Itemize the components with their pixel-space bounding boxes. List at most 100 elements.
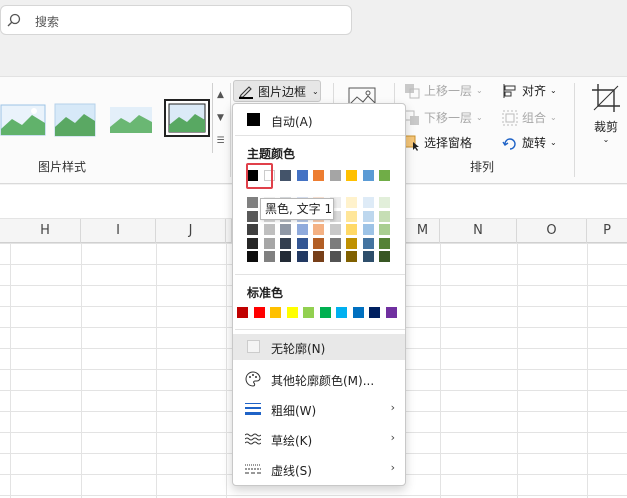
selection-pane-icon: [404, 135, 419, 151]
send-backward-icon: [404, 110, 419, 125]
standard-color-swatch[interactable]: [319, 307, 331, 318]
menu-item-weight[interactable]: 粗细(W) ›: [233, 396, 405, 422]
theme-color-shade-swatch[interactable]: [280, 237, 291, 249]
theme-color-shade-swatch[interactable]: [379, 210, 390, 222]
standard-color-swatch[interactable]: [336, 307, 347, 318]
column-header[interactable]: O: [517, 219, 587, 243]
theme-color-shade-swatch[interactable]: [362, 197, 374, 208]
group-icon: [502, 110, 518, 125]
theme-color-shade-swatch[interactable]: [346, 237, 357, 249]
group-button[interactable]: 组合 ⌄: [502, 109, 557, 126]
theme-color-shade-swatch[interactable]: [263, 237, 275, 249]
theme-color-shade-swatch[interactable]: [247, 237, 258, 249]
chevron-down-icon: ⌄: [602, 135, 610, 144]
picture-style-thumbnail-selected[interactable]: [164, 99, 210, 137]
palette-icon: [245, 371, 261, 387]
menu-item-weight-label: 粗细(W): [271, 404, 317, 418]
theme-color-shade-swatch[interactable]: [379, 251, 390, 262]
standard-color-swatch[interactable]: [237, 307, 248, 318]
theme-color-swatch[interactable]: [346, 170, 357, 181]
menu-item-no-outline[interactable]: 无轮廓(N): [233, 334, 405, 360]
grid-line: [156, 243, 157, 498]
column-header[interactable]: J: [156, 219, 226, 243]
theme-color-shade-swatch[interactable]: [247, 197, 258, 208]
chevron-down-icon: ⌄: [476, 113, 483, 122]
theme-color-shade-swatch[interactable]: [346, 197, 357, 208]
search-icon: [7, 13, 21, 27]
theme-color-swatch[interactable]: [296, 170, 308, 181]
theme-color-shade-swatch[interactable]: [296, 251, 308, 262]
picture-style-thumbnail[interactable]: [0, 101, 46, 139]
chevron-right-icon: ›: [390, 401, 395, 414]
theme-color-shade-swatch[interactable]: [346, 224, 357, 235]
bring-forward-button[interactable]: 上移一层 ⌄: [404, 82, 483, 99]
color-tooltip: 黑色, 文字 1: [260, 198, 334, 220]
chevron-up-icon[interactable]: ▲: [213, 83, 228, 106]
chevron-down-icon[interactable]: ▼: [213, 106, 228, 129]
standard-colors-heading: 标准色: [247, 286, 284, 300]
column-header[interactable]: P: [587, 219, 627, 243]
standard-color-swatch[interactable]: [303, 307, 314, 318]
theme-color-shade-swatch[interactable]: [313, 224, 324, 235]
theme-color-shade-swatch[interactable]: [362, 210, 374, 222]
standard-color-swatch[interactable]: [369, 307, 380, 318]
theme-color-shade-swatch[interactable]: [296, 224, 308, 235]
theme-color-swatch[interactable]: [313, 170, 324, 181]
theme-color-shade-swatch[interactable]: [329, 237, 341, 249]
theme-color-shade-swatch[interactable]: [263, 251, 275, 262]
theme-color-swatch[interactable]: [329, 170, 341, 181]
standard-color-swatch[interactable]: [286, 307, 298, 318]
gallery-more-icon[interactable]: ☰: [213, 129, 228, 152]
send-backward-button[interactable]: 下移一层 ⌄: [404, 109, 483, 126]
theme-color-shade-swatch[interactable]: [247, 224, 258, 235]
standard-color-swatch[interactable]: [352, 307, 364, 318]
theme-color-shade-swatch[interactable]: [247, 251, 258, 262]
rotate-button[interactable]: 旋转 ⌄: [502, 134, 557, 151]
theme-color-shade-swatch[interactable]: [280, 251, 291, 262]
crop-icon: [592, 84, 620, 112]
picture-style-thumbnail[interactable]: [108, 101, 154, 139]
column-header[interactable]: M: [406, 219, 440, 243]
menu-item-more-colors[interactable]: 其他轮廓颜色(M)...: [233, 366, 405, 392]
auto-color-swatch: [247, 113, 260, 126]
column-header[interactable]: H: [10, 219, 81, 243]
theme-color-shade-swatch[interactable]: [263, 224, 275, 235]
align-button[interactable]: 对齐 ⌄: [502, 82, 557, 99]
theme-color-shade-swatch[interactable]: [296, 237, 308, 249]
theme-color-shade-swatch[interactable]: [313, 237, 324, 249]
theme-color-swatch[interactable]: [280, 170, 291, 181]
gallery-scroll[interactable]: ▲ ▼ ☰: [212, 83, 227, 153]
theme-color-shade-swatch[interactable]: [379, 237, 390, 249]
selection-pane-button[interactable]: 选择窗格: [404, 134, 472, 151]
theme-color-shade-swatch[interactable]: [362, 237, 374, 249]
menu-item-auto[interactable]: 自动(A): [233, 107, 405, 133]
theme-color-swatch[interactable]: [362, 170, 374, 181]
theme-color-shade-swatch[interactable]: [280, 224, 291, 235]
standard-color-swatch[interactable]: [270, 307, 281, 318]
theme-color-shade-swatch[interactable]: [313, 251, 324, 262]
standard-color-swatch[interactable]: [385, 307, 397, 318]
grid-line: [10, 243, 11, 498]
dash-line-icon: [245, 464, 261, 474]
top-bar: 搜索: [0, 0, 627, 76]
theme-color-shade-swatch[interactable]: [346, 210, 357, 222]
theme-color-shade-swatch[interactable]: [329, 251, 341, 262]
column-header[interactable]: I: [81, 219, 156, 243]
theme-color-shade-swatch[interactable]: [362, 251, 374, 262]
theme-color-shade-swatch[interactable]: [379, 224, 390, 235]
ribbon-divider: [574, 83, 575, 177]
picture-style-thumbnail[interactable]: [52, 101, 98, 139]
search-box[interactable]: 搜索: [0, 5, 352, 35]
theme-color-shade-swatch[interactable]: [247, 210, 258, 222]
column-header[interactable]: N: [440, 219, 517, 243]
theme-color-shade-swatch[interactable]: [362, 224, 374, 235]
standard-color-swatch[interactable]: [253, 307, 265, 318]
theme-color-shade-swatch[interactable]: [379, 197, 390, 208]
menu-item-dashes[interactable]: 虚线(S) ›: [233, 456, 405, 482]
theme-color-shade-swatch[interactable]: [346, 251, 357, 262]
picture-border-button[interactable]: 图片边框 ⌄: [233, 80, 321, 102]
crop-button[interactable]: 裁剪 ⌄: [586, 83, 626, 144]
menu-item-sketched[interactable]: 草绘(K) ›: [233, 426, 405, 452]
theme-color-swatch[interactable]: [379, 170, 390, 181]
theme-color-shade-swatch[interactable]: [329, 224, 341, 235]
